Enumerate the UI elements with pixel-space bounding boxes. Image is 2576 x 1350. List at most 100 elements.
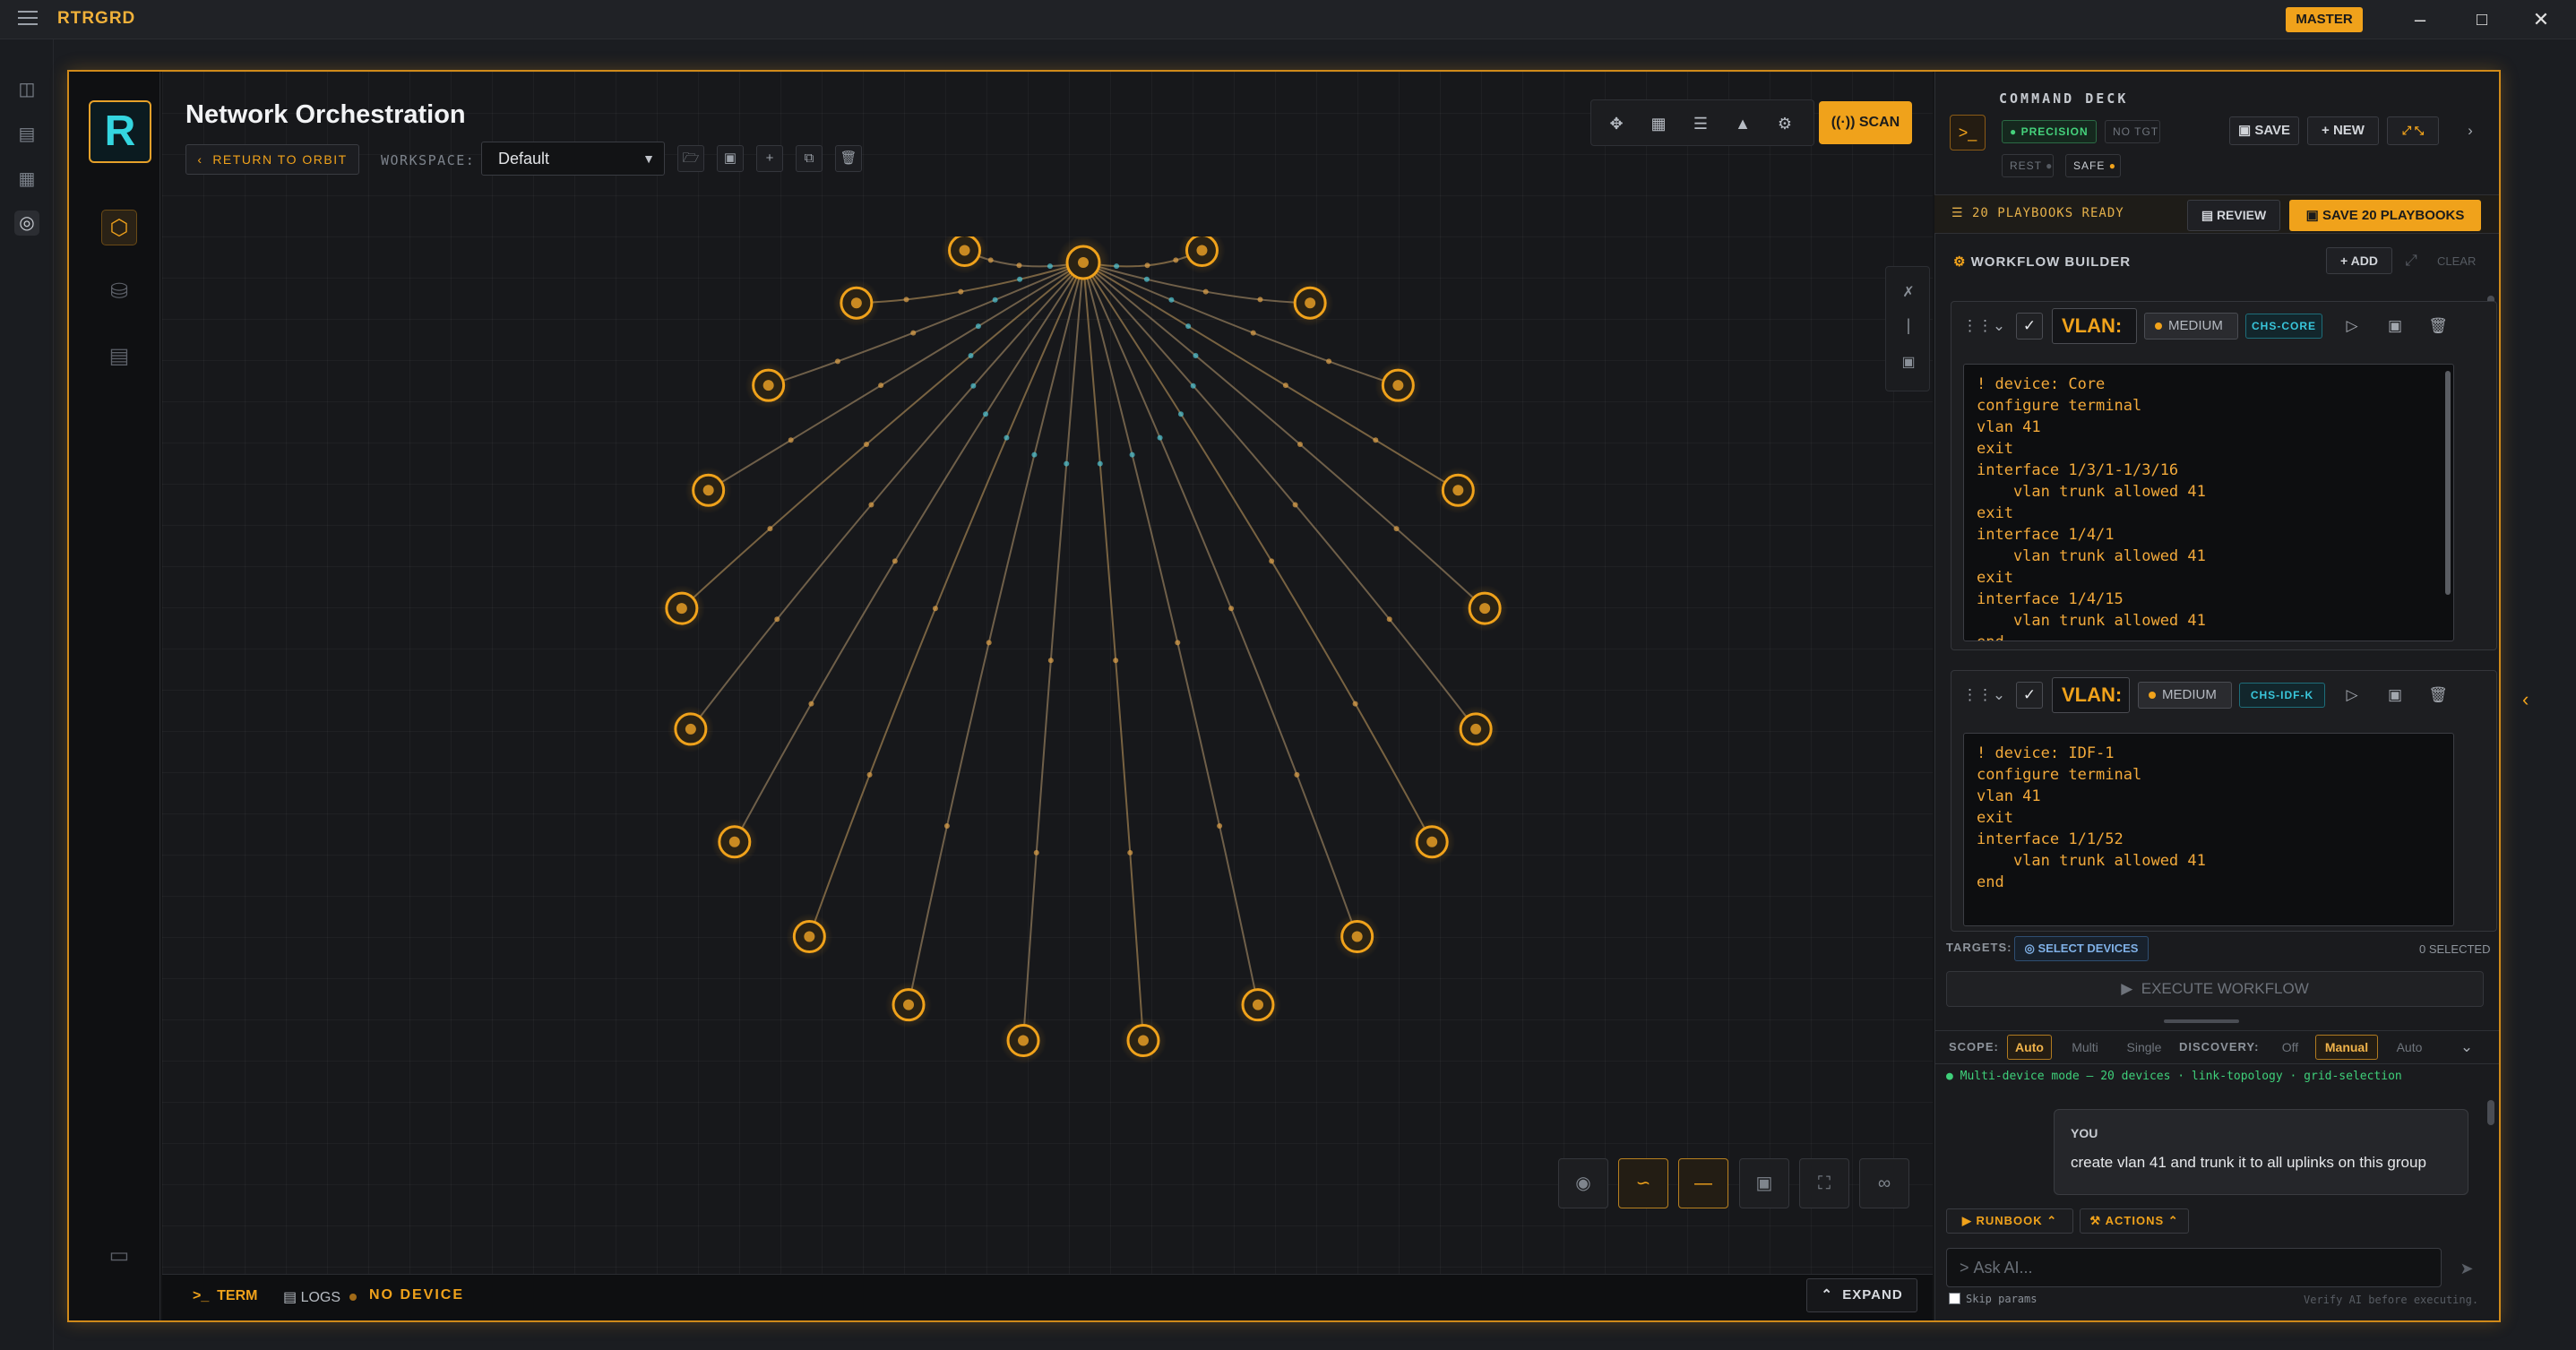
play-icon[interactable]: ▷	[2340, 314, 2364, 338]
skip-params-checkbox[interactable]: Skip params	[1949, 1293, 2037, 1305]
topology-link[interactable]	[1082, 262, 1259, 1005]
play-icon[interactable]: ▷	[2340, 684, 2364, 707]
device-node[interactable]	[1461, 585, 1509, 632]
discovery-option[interactable]: Manual	[2315, 1035, 2378, 1060]
chevron-down-icon[interactable]: ⌄	[1987, 314, 2011, 338]
topology-link[interactable]	[1082, 262, 1399, 387]
save-icon[interactable]: ▣	[2383, 314, 2407, 338]
scope-option[interactable]: Auto	[2007, 1035, 2052, 1060]
device-node[interactable]	[685, 467, 732, 514]
card-code-editor[interactable]: ! device: IDF-1 configure terminal vlan …	[1963, 733, 2454, 926]
workspace-select[interactable]: Default ▼	[481, 142, 665, 176]
panel-toggle-icon[interactable]: ◫	[14, 77, 39, 102]
resize-handle[interactable]	[2164, 1019, 2239, 1023]
device-node[interactable]	[1119, 1017, 1167, 1064]
tree-layout-icon[interactable]: ▲	[1731, 112, 1754, 135]
save-all-playbooks-button[interactable]: ▣ SAVE 20 PLAYBOOKS	[2289, 200, 2481, 231]
return-to-orbit-button[interactable]: ‹ RETURN TO ORBIT	[185, 144, 359, 175]
topology-canvas[interactable]	[162, 227, 1933, 1274]
card-name-input[interactable]: VLAN:	[2052, 677, 2130, 713]
fit-view-icon[interactable]: ⛶	[1799, 1158, 1849, 1208]
topology-link[interactable]	[808, 262, 1084, 937]
device-node[interactable]	[1452, 705, 1500, 752]
wand-icon[interactable]: ⤢	[2399, 249, 2423, 272]
infinity-icon[interactable]: ∞	[1859, 1158, 1909, 1208]
card-checkbox[interactable]: ✓	[2016, 682, 2043, 709]
device-node[interactable]	[786, 913, 833, 960]
globe-icon[interactable]: ◎	[14, 211, 39, 236]
device-node[interactable]	[658, 585, 705, 632]
trash-icon[interactable]: 🗑	[835, 145, 862, 172]
topology-link[interactable]	[733, 262, 1084, 843]
trash-icon[interactable]: 🗑	[2426, 684, 2450, 707]
grid-layout-icon[interactable]: ▦	[1647, 112, 1670, 135]
minimize-icon[interactable]: –	[2407, 7, 2434, 32]
maximize-icon[interactable]: □	[2468, 7, 2495, 32]
actions-button[interactable]: ⚒ ACTIONS ⌃	[2080, 1208, 2189, 1234]
discovery-option[interactable]: Off	[2274, 1035, 2306, 1060]
link-straight-icon[interactable]: —	[1678, 1158, 1728, 1208]
chevron-down-icon[interactable]: ⌄	[2455, 1036, 2478, 1059]
device-node[interactable]	[711, 818, 758, 865]
hierarchy-icon[interactable]: ⚙	[1773, 112, 1796, 135]
monitor-icon[interactable]: ▤	[14, 122, 39, 147]
code-scrollbar[interactable]	[2445, 371, 2451, 595]
review-button[interactable]: ▤ REVIEW	[2187, 200, 2280, 231]
expand-arrows-icon[interactable]: ⤢ ⤡	[2387, 116, 2439, 145]
drag-handle-icon[interactable]: ⋮⋮	[1962, 684, 1993, 707]
device-node[interactable]	[832, 279, 880, 327]
precision-badge[interactable]: ● PRECISION	[2002, 120, 2097, 143]
hub-node[interactable]	[1056, 236, 1110, 289]
topology-link[interactable]	[1082, 262, 1358, 937]
ask-ai-input[interactable]: > Ask AI...	[1946, 1248, 2442, 1287]
device-node[interactable]	[1409, 818, 1456, 865]
device-node[interactable]	[1287, 279, 1334, 327]
safe-badge[interactable]: SAFE ●	[2065, 154, 2121, 177]
device-node[interactable]	[1234, 981, 1281, 1028]
execute-workflow-button[interactable]: ▶ EXECUTE WORKFLOW	[1946, 971, 2484, 1007]
device-node[interactable]	[1178, 227, 1226, 274]
clear-button[interactable]: CLEAR	[2437, 254, 2476, 268]
card-code-editor[interactable]: ! device: Core configure terminal vlan 4…	[1963, 364, 2454, 641]
window-icon[interactable]: ▭	[101, 1238, 137, 1274]
device-node[interactable]	[1374, 362, 1422, 409]
scope-option[interactable]: Single	[2116, 1035, 2172, 1060]
chat-scrollbar[interactable]	[2487, 1100, 2494, 1125]
group-icon[interactable]: ▣	[1739, 1158, 1789, 1208]
tag-icon[interactable]: ◉	[1558, 1158, 1608, 1208]
duplicate-icon[interactable]: ⧉	[796, 145, 823, 172]
topology-link[interactable]	[681, 262, 1084, 609]
save-button[interactable]: ▣ SAVE	[2229, 116, 2299, 145]
collapse-panel-icon[interactable]: ‹	[2522, 688, 2529, 711]
move-icon[interactable]: ✥	[1605, 112, 1628, 135]
hexagon-icon[interactable]: ⬡	[101, 210, 137, 245]
document-icon[interactable]: ▤	[101, 339, 137, 374]
scope-option[interactable]: Multi	[2059, 1035, 2111, 1060]
close-icon[interactable]: ✕	[2528, 7, 2554, 32]
select-devices-button[interactable]: ◎ SELECT DEVICES	[2014, 936, 2149, 961]
save-icon[interactable]: ▣	[2383, 684, 2407, 707]
grid-icon[interactable]: ▦	[14, 167, 39, 192]
scan-button[interactable]: ((·)) SCAN	[1819, 101, 1912, 144]
send-icon[interactable]: ➤	[2453, 1255, 2480, 1282]
add-icon[interactable]: +	[756, 145, 783, 172]
device-node[interactable]	[885, 981, 933, 1028]
add-step-button[interactable]: + ADD	[2326, 247, 2392, 274]
open-folder-icon[interactable]: 🗁	[677, 145, 704, 172]
database-icon[interactable]: ⛁	[101, 274, 137, 310]
device-node[interactable]	[941, 227, 988, 274]
discovery-option[interactable]: Auto	[2387, 1035, 2432, 1060]
chevron-right-icon[interactable]: ›	[2459, 119, 2482, 142]
drag-handle-icon[interactable]: ⋮⋮	[1962, 314, 1993, 338]
card-checkbox[interactable]: ✓	[2016, 313, 2043, 340]
lock-icon[interactable]: ▣	[1897, 353, 1920, 376]
new-button[interactable]: + NEW	[2307, 116, 2379, 145]
menu-icon[interactable]	[18, 11, 38, 27]
device-node[interactable]	[1333, 913, 1381, 960]
device-node[interactable]	[1000, 1017, 1047, 1064]
terminal-prompt-icon[interactable]: >_	[1950, 115, 1986, 150]
unlink-icon[interactable]: ✗	[1897, 283, 1920, 306]
device-node[interactable]	[745, 362, 792, 409]
stack-layout-icon[interactable]: ☰	[1689, 112, 1712, 135]
link-curve-icon[interactable]: ∽	[1618, 1158, 1668, 1208]
